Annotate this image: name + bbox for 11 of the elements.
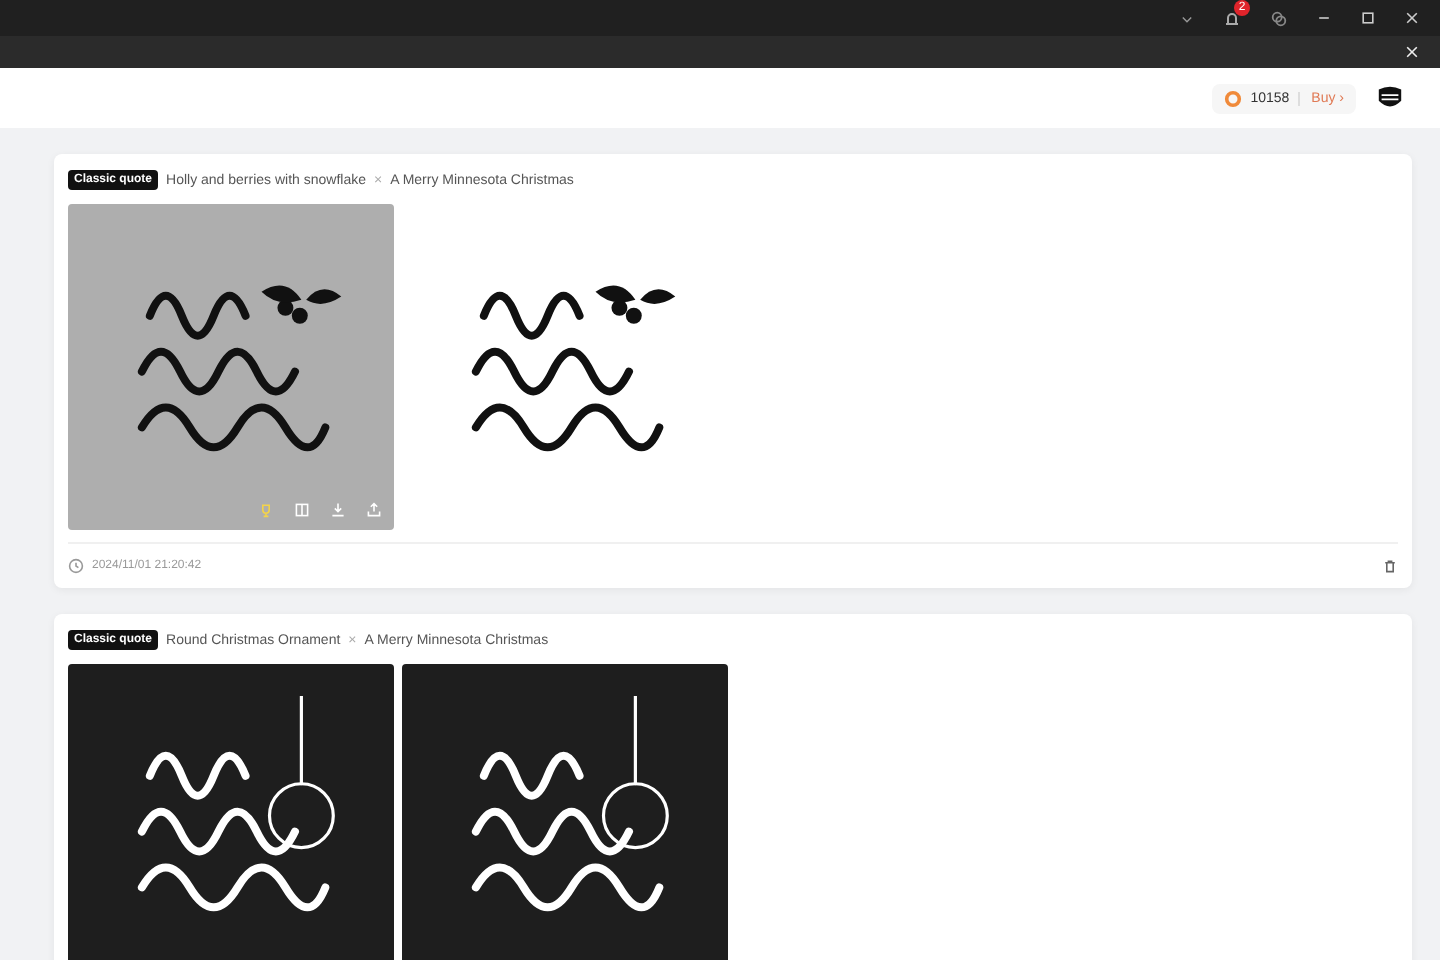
trash-icon[interactable] <box>1382 558 1398 574</box>
chevron-down-icon[interactable] <box>1180 11 1194 25</box>
notification-bell-icon[interactable] <box>1222 8 1242 28</box>
avatar-shield-icon[interactable] <box>1376 84 1404 112</box>
coin-icon <box>1224 89 1243 107</box>
chat-icon[interactable] <box>1270 9 1288 27</box>
design-image[interactable] <box>68 664 394 960</box>
clock-icon <box>68 558 84 574</box>
close-icon[interactable] <box>1404 10 1420 26</box>
maximize-icon[interactable] <box>1360 10 1376 26</box>
design-image[interactable] <box>402 664 728 960</box>
